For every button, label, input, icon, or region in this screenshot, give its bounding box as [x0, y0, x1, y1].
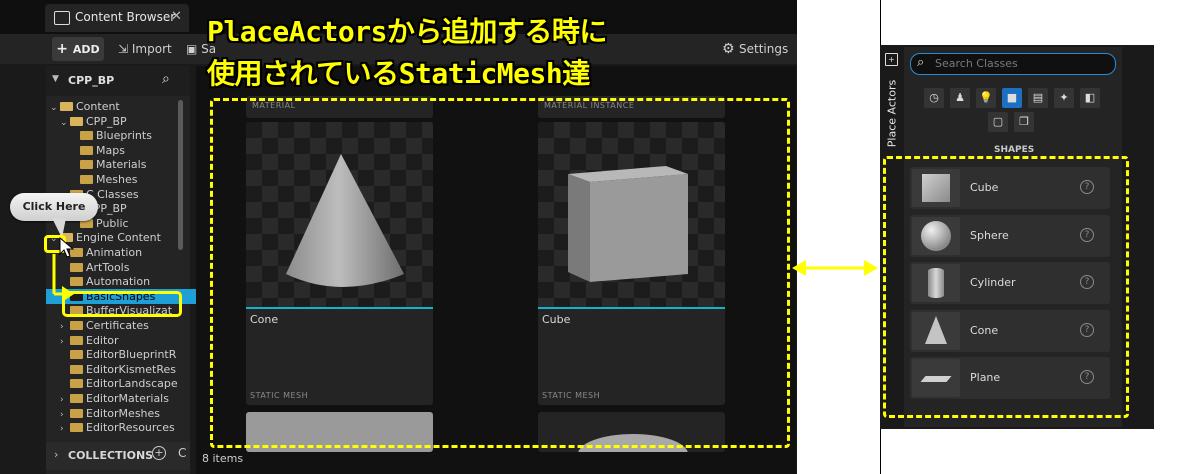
- tree-item[interactable]: Blueprints: [70, 128, 152, 143]
- folder-icon: [70, 394, 83, 403]
- tree-item-label: EditorBlueprintR: [86, 348, 177, 362]
- asset-highlight-box: [210, 98, 790, 448]
- volumes-icon[interactable]: ▢: [988, 112, 1008, 132]
- tree-item[interactable]: EditorBlueprintR: [60, 347, 176, 362]
- sources-root[interactable]: CPP_BP: [68, 74, 114, 87]
- recent-icon[interactable]: ◷: [924, 88, 944, 108]
- add-collection-icon[interactable]: +: [152, 446, 166, 460]
- tree-scrollbar[interactable]: [178, 100, 183, 250]
- shapes-icon[interactable]: ■: [1002, 88, 1022, 108]
- all-classes-icon[interactable]: ❐: [1014, 112, 1034, 132]
- tab-title: Content Browser: [75, 10, 176, 24]
- shapes-highlight-box: [883, 156, 1129, 418]
- collection-options-icon[interactable]: C: [178, 446, 186, 460]
- tree-item-label: Automation: [86, 275, 151, 289]
- tree-item-label: CPP_BP: [86, 114, 127, 128]
- search-icon[interactable]: ⌕: [162, 71, 170, 87]
- category-bar: ◷ ♟ 💡 ■ ▤ ✦ ◧ ▢ ❐: [924, 88, 1100, 136]
- section-title: SHAPES: [994, 145, 1035, 155]
- tree-item[interactable]: › Editor: [60, 333, 119, 348]
- tree-item[interactable]: Maps: [70, 143, 125, 158]
- folder-icon: [70, 335, 83, 345]
- tree-item-label: EditorLandscape: [86, 377, 178, 391]
- import-icon: ⇲: [118, 42, 132, 56]
- folder-icon: [70, 379, 83, 389]
- settings-button[interactable]: ⚙ Settings: [722, 38, 788, 60]
- tree-item[interactable]: › Certificates: [60, 318, 149, 333]
- item-count: 8 items: [202, 452, 244, 465]
- folder-icon: [70, 408, 83, 418]
- expand-icon: ›: [54, 448, 59, 461]
- plus-icon: +: [56, 41, 73, 57]
- lights-icon[interactable]: 💡: [976, 88, 996, 108]
- tree-item[interactable]: Materials: [70, 157, 146, 172]
- folder-icon: [70, 116, 83, 126]
- save-icon: ▣: [186, 42, 202, 56]
- search-icon: ⌕: [917, 55, 925, 70]
- geometry-icon[interactable]: ◧: [1080, 88, 1100, 108]
- place-actors-tab-label: Place Actors: [885, 79, 899, 148]
- tree-item[interactable]: Meshes: [70, 172, 137, 187]
- visual-effects-icon[interactable]: ✦: [1054, 88, 1074, 108]
- tree-item-label: Blueprints: [96, 129, 152, 143]
- tree-item-label: Content: [76, 100, 120, 113]
- tree-item-label: EditorResources: [86, 421, 175, 435]
- tree-item-label: Meshes: [96, 173, 138, 186]
- click-here-callout: Click Here: [10, 193, 98, 221]
- tree-item-label: EditorMaterials: [86, 392, 169, 405]
- folder-icon: [80, 160, 93, 170]
- tab-content-browser[interactable]: Content Browser ✕: [45, 4, 189, 32]
- folder-icon: [80, 131, 93, 141]
- folder-icon: [60, 102, 73, 111]
- headline-line-1: PlaceActorsから追加する時に: [207, 15, 607, 48]
- sources-header: ▼ CPP_BP ⌕: [46, 66, 190, 96]
- gear-icon: ⚙: [722, 41, 740, 57]
- search-placeholder: Search Classes: [935, 57, 1018, 70]
- collections-header[interactable]: › COLLECTIONS + C: [46, 442, 190, 470]
- tree-item-label: Materials: [96, 158, 147, 172]
- click-here-label: Click Here: [22, 200, 86, 213]
- tree-item[interactable]: › EditorMeshes: [60, 406, 160, 421]
- tree-item[interactable]: EditorKismetRes: [60, 362, 176, 377]
- double-arrow-icon: [792, 260, 878, 276]
- headline-line-2: 使用されているStaticMesh達: [207, 57, 590, 90]
- cinematic-icon[interactable]: ▤: [1028, 88, 1048, 108]
- tree-item-label: Editor: [86, 333, 119, 347]
- folder-icon: [80, 145, 93, 155]
- search-input[interactable]: ⌕ Search Classes: [910, 53, 1116, 75]
- mouse-cursor-icon: [59, 237, 75, 258]
- tree-item[interactable]: ⌄ CPP_BP: [60, 114, 127, 129]
- import-button[interactable]: ⇲ Import: [118, 38, 172, 60]
- tree-item-label: EditorKismetRes: [86, 362, 176, 376]
- collections-label: COLLECTIONS: [68, 449, 154, 462]
- folder-icon: [80, 175, 93, 184]
- folder-icon: [54, 11, 70, 25]
- chevron-down-icon[interactable]: ⌄: [50, 101, 60, 116]
- tree-item-label: Certificates: [86, 319, 149, 332]
- tree-item-label: Maps: [96, 143, 125, 157]
- add-button[interactable]: + ADD: [52, 37, 104, 61]
- basic-icon[interactable]: ♟: [950, 88, 970, 108]
- tree-item[interactable]: › EditorResources: [60, 420, 175, 435]
- tree-item[interactable]: EditorLandscape: [60, 376, 178, 391]
- close-icon[interactable]: ✕: [171, 9, 182, 24]
- folder-icon: [70, 364, 83, 374]
- collapse-icon[interactable]: ▼: [52, 74, 59, 84]
- folder-icon: [70, 423, 83, 433]
- tree-item-label: Animation: [86, 246, 143, 259]
- tree-item[interactable]: ⌄ Content: [50, 99, 120, 114]
- chevron-down-icon[interactable]: ⌄: [60, 116, 70, 131]
- tree-item-label: ArtTools: [86, 260, 130, 274]
- place-actors-icon: +: [885, 53, 898, 66]
- folder-icon: [70, 350, 83, 360]
- tree-item[interactable]: › EditorMaterials: [60, 391, 169, 406]
- tree-item-label: Engine Content: [76, 231, 161, 245]
- chevron-right-icon[interactable]: ›: [60, 422, 70, 437]
- tree-item-label: EditorMeshes: [86, 406, 161, 420]
- yellow-arrow: [52, 254, 74, 302]
- folder-icon: [70, 321, 83, 330]
- tree-item-label: Public: [96, 216, 129, 230]
